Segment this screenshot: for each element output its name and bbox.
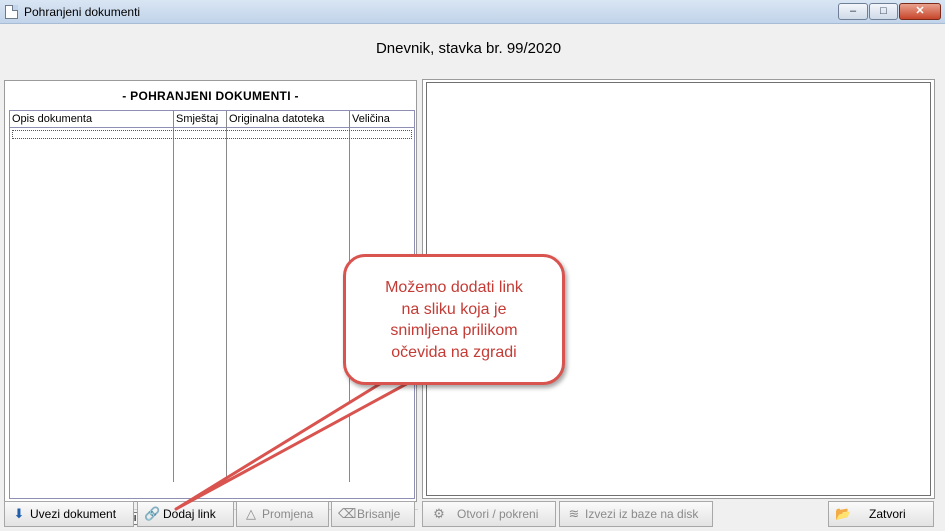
callout-line: Možemo dodati link bbox=[385, 279, 523, 296]
callout-text: Možemo dodati link na sliku koja je snim… bbox=[352, 277, 556, 363]
annotation-callout: Možemo dodati link na sliku koja je snim… bbox=[343, 254, 565, 385]
callout-line: očevida na zgradi bbox=[391, 343, 517, 361]
callout-line: snimljena prilikom bbox=[390, 322, 518, 339]
callout-line: na sliku koja je bbox=[401, 300, 507, 318]
